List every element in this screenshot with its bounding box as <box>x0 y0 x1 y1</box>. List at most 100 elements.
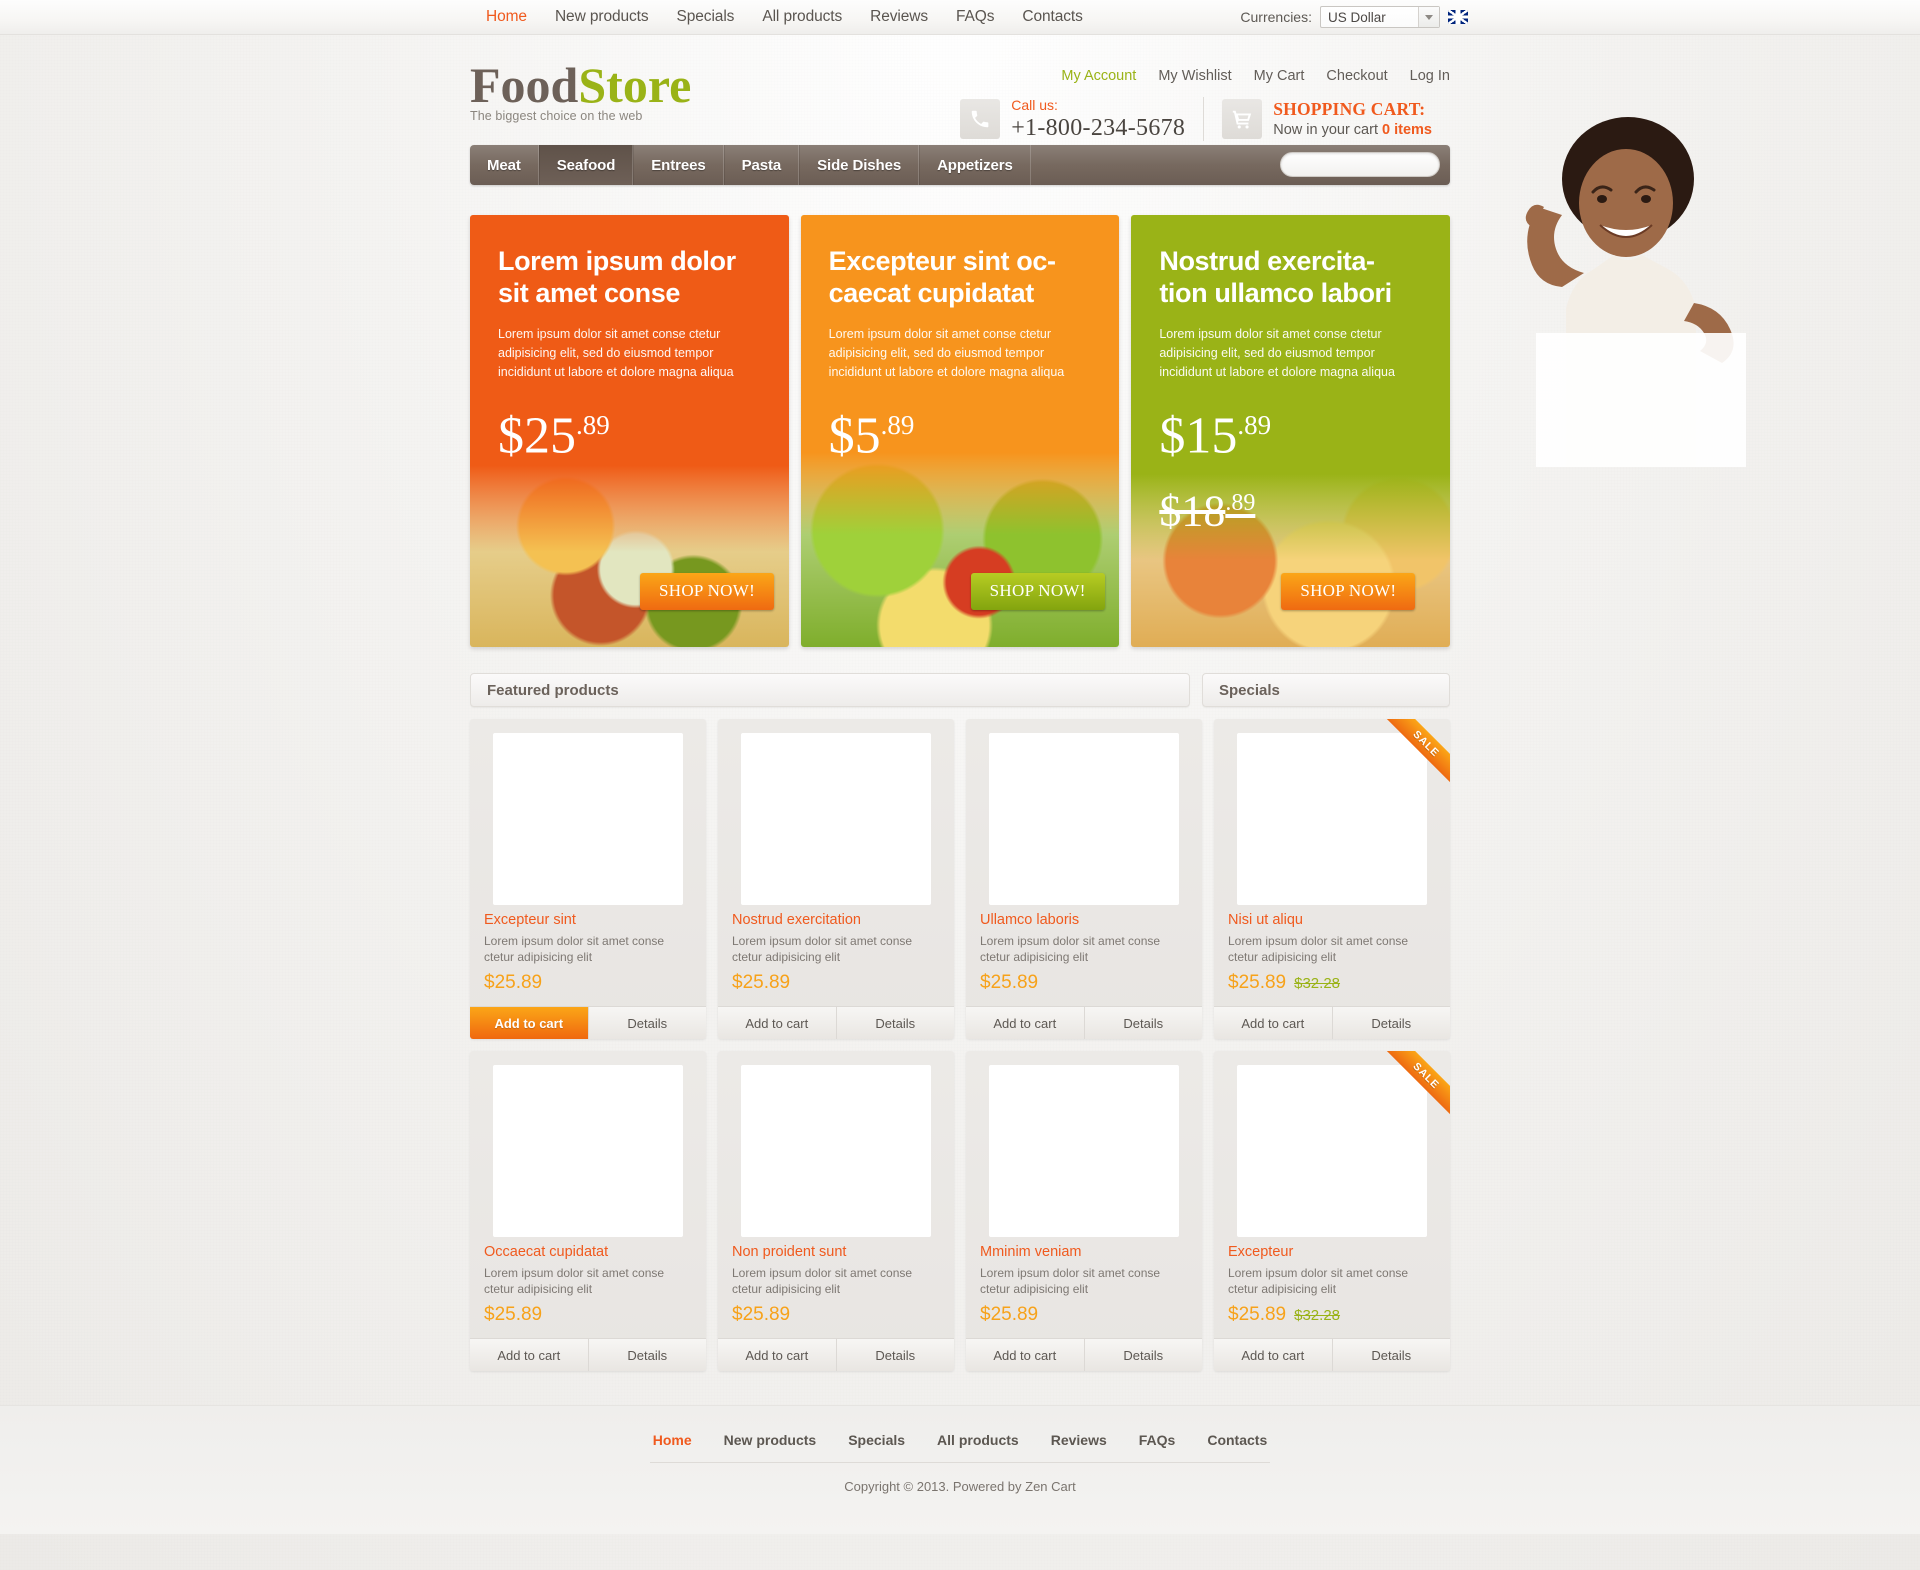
currencies-label: Currencies: <box>1240 9 1312 25</box>
details-button[interactable]: Details <box>1332 1339 1450 1371</box>
main-nav-item-5[interactable]: Appetizers <box>919 145 1031 185</box>
product-price: $25.89 <box>732 972 791 993</box>
main-nav-item-2[interactable]: Entrees <box>633 145 724 185</box>
details-button[interactable]: Details <box>1084 1007 1202 1039</box>
add-to-cart-button[interactable]: Add to cart <box>470 1007 589 1039</box>
product-image-wrap <box>470 1051 706 1237</box>
main-nav-item-3[interactable]: Pasta <box>723 145 800 185</box>
product-name[interactable]: Occaecat cupidatat <box>484 1244 692 1260</box>
top-nav-item-1[interactable]: New products <box>541 8 663 26</box>
account-link-4[interactable]: Log In <box>1399 68 1450 84</box>
product-name[interactable]: Ullamco laboris <box>980 912 1188 928</box>
footer-nav-item-2[interactable]: Specials <box>832 1432 921 1448</box>
footer-nav-item-1[interactable]: New products <box>708 1432 833 1448</box>
product-actions: Add to cart Details <box>470 1338 706 1371</box>
main-nav-item-1[interactable]: Seafood <box>538 145 634 185</box>
product-price: $25.89 <box>484 972 543 993</box>
account-link-0[interactable]: My Account <box>1050 68 1147 84</box>
top-nav-item-3[interactable]: All products <box>748 8 856 26</box>
footer-nav-item-5[interactable]: FAQs <box>1123 1432 1192 1448</box>
main-nav-item-0[interactable]: Meat <box>470 145 539 185</box>
cart-prefix: Now in your cart <box>1273 121 1383 138</box>
footer-divider <box>650 1462 1270 1463</box>
product-card: Occaecat cupidatat Lorem ipsum dolor sit … <box>470 1051 706 1371</box>
shop-now-button-0[interactable]: SHOP NOW! <box>640 573 775 610</box>
details-button[interactable]: Details <box>588 1007 706 1039</box>
add-to-cart-button[interactable]: Add to cart <box>966 1339 1085 1371</box>
product-body: Excepteur sint Lorem ipsum dolor sit amet… <box>470 904 706 1006</box>
add-to-cart-button[interactable]: Add to cart <box>1214 1339 1333 1371</box>
call-us-label: Call us: <box>1011 97 1058 113</box>
product-name[interactable]: Mminim veniam <box>980 1244 1188 1260</box>
sale-badge-label: SALE <box>1380 1051 1450 1122</box>
account-links: My Account My Wishlist My Cart Checkout Log … <box>1050 68 1450 84</box>
top-nav-item-6[interactable]: Contacts <box>1008 8 1096 26</box>
product-card: Nostrud exercitation Lorem ipsum dolor si… <box>718 719 954 1039</box>
details-button[interactable]: Details <box>588 1339 706 1371</box>
page-root: Home New products Specials All products Revi… <box>0 0 1920 1534</box>
top-nav-item-4[interactable]: Reviews <box>856 8 942 26</box>
promo-banner-1: Excepteur sint oc-caecat cupidatat Lorem … <box>800 215 1120 647</box>
product-prices: $25.89 <box>980 972 1188 994</box>
product-prices: $25.89 <box>732 972 940 994</box>
product-price: $25.89 <box>1228 972 1287 993</box>
main-nav-item-4[interactable]: Side Dishes <box>799 145 920 185</box>
product-card: SALE Excepteur Lorem ipsum dolor sit amet … <box>1214 1051 1450 1371</box>
product-name[interactable]: Excepteur <box>1228 1244 1436 1260</box>
banner-text-0: Lorem ipsum dolor sit amet conse ctetur … <box>498 327 734 379</box>
banner-old-price-2: $18.89 <box>1159 486 1256 536</box>
account-link-1[interactable]: My Wishlist <box>1147 68 1242 84</box>
add-to-cart-button[interactable]: Add to cart <box>718 1007 837 1039</box>
top-nav-item-5[interactable]: FAQs <box>942 8 1008 26</box>
product-actions: Add to cart Details <box>1214 1338 1450 1371</box>
product-image-wrap <box>718 719 954 905</box>
details-button[interactable]: Details <box>836 1339 954 1371</box>
footer-nav-item-6[interactable]: Contacts <box>1191 1432 1283 1448</box>
search-box[interactable] <box>1280 152 1450 177</box>
banner-title-0: Lorem ipsum dolor sit amet conse <box>498 246 736 308</box>
product-actions: Add to cart Details <box>966 1006 1202 1039</box>
top-nav-item-2[interactable]: Specials <box>663 8 749 26</box>
product-body: Nisi ut aliqu Lorem ipsum dolor sit amet … <box>1214 904 1450 1006</box>
promo-banner-0: Lorem ipsum dolor sit amet conse Lorem ip… <box>470 215 789 647</box>
footer-nav-item-3[interactable]: All products <box>921 1432 1035 1448</box>
banner-title-2: Nostrud exercita-tion ullamco labori <box>1159 246 1392 308</box>
details-button[interactable]: Details <box>836 1007 954 1039</box>
shop-now-button-2[interactable]: SHOP NOW! <box>1281 573 1416 610</box>
promo-banners: Lorem ipsum dolor sit amet conse Lorem ip… <box>470 117 1746 647</box>
currency-select[interactable]: US Dollar <box>1320 6 1440 28</box>
product-card: Ullamco laboris Lorem ipsum dolor sit ame… <box>966 719 1202 1039</box>
footer-nav-item-0[interactable]: Home <box>637 1432 708 1448</box>
logo[interactable]: FoodStore The biggest choice on the web <box>470 59 691 123</box>
phone-number: +1-800-234-5678 <box>1011 115 1186 141</box>
add-to-cart-button[interactable]: Add to cart <box>718 1339 837 1371</box>
product-grid: Excepteur sint Lorem ipsum dolor sit amet… <box>470 719 1450 1371</box>
shopping-cart-block[interactable]: SHOPPING CART: Now in your cart 0 items <box>1203 97 1450 141</box>
add-to-cart-button[interactable]: Add to cart <box>966 1007 1085 1039</box>
product-name[interactable]: Nisi ut aliqu <box>1228 912 1436 928</box>
uk-flag-icon[interactable] <box>1448 10 1468 24</box>
account-link-3[interactable]: Checkout <box>1315 68 1398 84</box>
product-prices: $25.89 <box>484 1304 692 1326</box>
site-header: FoodStore The biggest choice on the web … <box>470 35 1450 145</box>
top-nav-item-0[interactable]: Home <box>472 8 541 26</box>
details-button[interactable]: Details <box>1084 1339 1202 1371</box>
add-to-cart-button[interactable]: Add to cart <box>1214 1007 1333 1039</box>
product-image <box>989 1064 1179 1237</box>
product-name[interactable]: Non proident sunt <box>732 1244 940 1260</box>
copyright-text: Copyright © 2013. Powered by Zen Cart <box>844 1479 1076 1494</box>
product-name[interactable]: Nostrud exercitation <box>732 912 940 928</box>
details-button[interactable]: Details <box>1332 1007 1450 1039</box>
product-card: SALE Nisi ut aliqu Lorem ipsum dolor sit a… <box>1214 719 1450 1039</box>
currency-selector-group: Currencies: US Dollar <box>1240 6 1468 28</box>
account-link-2[interactable]: My Cart <box>1243 68 1316 84</box>
product-name[interactable]: Excepteur sint <box>484 912 692 928</box>
product-actions: Add to cart Details <box>718 1006 954 1039</box>
product-price: $25.89 <box>732 1304 791 1325</box>
product-image-wrap <box>966 1051 1202 1237</box>
product-old-price: $32.28 <box>1294 975 1341 992</box>
footer-nav-item-4[interactable]: Reviews <box>1035 1432 1123 1448</box>
shop-now-button-1[interactable]: SHOP NOW! <box>970 573 1105 610</box>
product-description: Lorem ipsum dolor sit amet conse ctetur … <box>1228 934 1409 964</box>
add-to-cart-button[interactable]: Add to cart <box>470 1339 589 1371</box>
